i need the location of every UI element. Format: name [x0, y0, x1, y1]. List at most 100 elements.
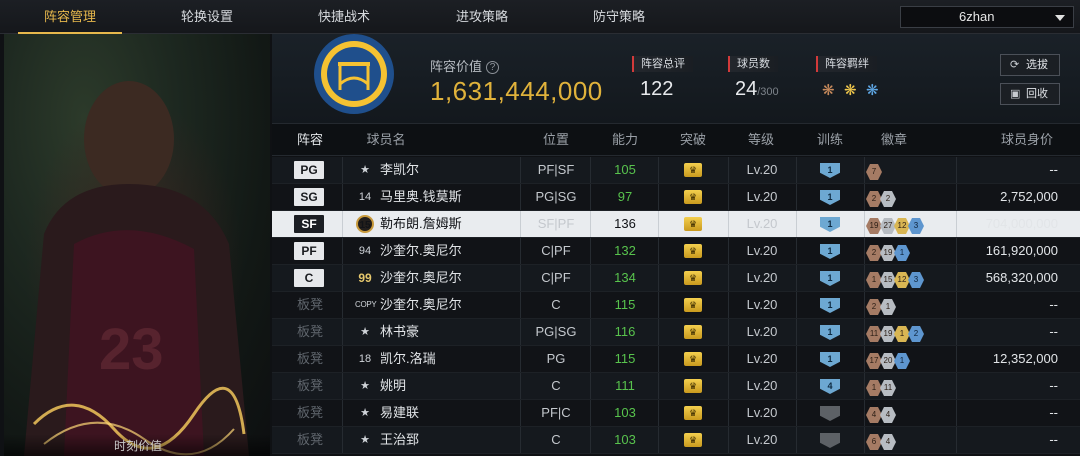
table-row[interactable]: 板凳 COPY 沙奎尔.奥尼尔 C 115 ♛ Lv.20 1 2 1 --	[272, 292, 1080, 319]
table-row[interactable]: 板凳 ★ 王治郅 C 103 ♛ Lv.20 6 4 --	[272, 427, 1080, 454]
badge-list: 21	[866, 297, 896, 315]
badge-icon[interactable]: 3	[908, 218, 924, 234]
table-row[interactable]: 板凳 18 凯尔.洛瑞 PG 115 ♛ Lv.20 1 17 20 1 12,352,000	[272, 346, 1080, 373]
badge-icon[interactable]: 27	[880, 218, 896, 234]
bench-slot-label: 板凳	[296, 297, 323, 312]
table-row[interactable]: PG ★ 李凯尔 PF|SF 105 ♛ Lv.20 1 7 --	[272, 157, 1080, 184]
col-slot[interactable]: 阵容	[288, 124, 332, 156]
help-icon[interactable]: ?	[486, 61, 500, 74]
crown-icon[interactable]: ♛	[684, 298, 702, 312]
badge-icon[interactable]: 3	[908, 272, 924, 288]
training-shield-icon[interactable]: 4	[820, 379, 840, 394]
crown-icon[interactable]: ♛	[684, 190, 702, 204]
training-shield-icon[interactable]	[820, 406, 840, 421]
badge-icon[interactable]: 2	[866, 245, 882, 261]
badge-icon[interactable]: 2	[866, 299, 882, 315]
badge-icon[interactable]: 17	[866, 353, 882, 369]
bond-icon[interactable]: ❋	[866, 81, 879, 99]
tab-rotation-settings[interactable]: 轮换设置	[155, 0, 259, 34]
crown-icon[interactable]: ♛	[684, 271, 702, 285]
training-shield-icon[interactable]: 1	[820, 163, 840, 178]
player-name[interactable]: 林书豪	[380, 319, 419, 345]
badge-icon[interactable]: 15	[880, 272, 896, 288]
crown-icon[interactable]: ♛	[684, 406, 702, 420]
crown-icon[interactable]: ♛	[684, 352, 702, 366]
badge-icon[interactable]: 11	[880, 380, 896, 396]
player-name[interactable]: 沙奎尔.奥尼尔	[380, 265, 462, 291]
player-name[interactable]: 马里奥.钱莫斯	[380, 184, 462, 210]
table-row[interactable]: SF 15 勒布朗.詹姆斯 SF|PF 136 ♛ Lv.20 1 19 27 12 3 704,000…	[272, 211, 1080, 238]
badge-icon[interactable]: 1	[866, 272, 882, 288]
badge-icon[interactable]: 19	[880, 326, 896, 342]
tab-lineup-management[interactable]: 阵容管理	[18, 0, 122, 34]
badge-icon[interactable]: 4	[880, 407, 896, 423]
badge-list: 17 20 1	[866, 351, 910, 369]
player-level: Lv.20	[746, 270, 778, 285]
table-row[interactable]: 板凳 ★ 易建联 PF|C 103 ♛ Lv.20 4 4 --	[272, 400, 1080, 427]
badge-icon[interactable]: 1	[880, 299, 896, 315]
training-shield-icon[interactable]: 1	[820, 298, 840, 313]
training-shield-icon[interactable]: 1	[820, 325, 840, 340]
training-shield-icon[interactable]: 1	[820, 217, 840, 232]
col-player-name[interactable]: 球员名	[356, 124, 416, 156]
col-level[interactable]: 等级	[736, 124, 786, 156]
badge-icon[interactable]: 7	[866, 164, 882, 180]
player-name[interactable]: 姚明	[380, 373, 406, 399]
badge-icon[interactable]: 4	[866, 407, 882, 423]
col-position[interactable]: 位置	[522, 124, 590, 156]
training-shield-icon[interactable]: 1	[820, 190, 840, 205]
table-row[interactable]: 板凳 ★ 林书豪 PG|SG 116 ♛ Lv.20 1 11 19 1 2 --	[272, 319, 1080, 346]
player-name[interactable]: 王治郅	[380, 427, 419, 453]
badge-icon[interactable]: 12	[894, 218, 910, 234]
table-row[interactable]: PF 94 沙奎尔.奥尼尔 C|PF 132 ♛ Lv.20 1 2 19 1 161,920,000	[272, 238, 1080, 265]
col-breakthrough[interactable]: 突破	[668, 124, 718, 156]
badge-icon[interactable]: 4	[880, 434, 896, 450]
bond-icon[interactable]: ❋	[844, 81, 857, 99]
recycle-button[interactable]: ▣ 回收	[1000, 83, 1060, 105]
col-training[interactable]: 训练	[805, 124, 855, 156]
bond-icon[interactable]: ❋	[822, 81, 835, 99]
team-select-dropdown[interactable]: 6zhan	[900, 6, 1074, 28]
badge-icon[interactable]: 20	[880, 353, 896, 369]
tab-quick-tactics[interactable]: 快捷战术	[292, 0, 396, 34]
tab-offense-strategy[interactable]: 进攻策略	[430, 0, 534, 34]
badge-icon[interactable]: 2	[866, 191, 882, 207]
crown-icon[interactable]: ♛	[684, 379, 702, 393]
player-level: Lv.20	[746, 189, 778, 204]
player-name[interactable]: 勒布朗.詹姆斯	[380, 211, 462, 237]
table-row[interactable]: SG 14 马里奥.钱莫斯 PG|SG 97 ♛ Lv.20 1 2 2 2,752,000	[272, 184, 1080, 211]
crown-icon[interactable]: ♛	[684, 163, 702, 177]
select-button[interactable]: ⟳ 选拔	[1000, 54, 1060, 76]
badge-icon[interactable]: 2	[908, 326, 924, 342]
badge-icon[interactable]: 1	[866, 380, 882, 396]
col-ability[interactable]: 能力	[600, 124, 650, 156]
badge-icon[interactable]: 19	[866, 218, 882, 234]
col-player-value[interactable]: 球员身价	[992, 124, 1062, 156]
badge-icon[interactable]: 2	[880, 191, 896, 207]
training-shield-icon[interactable]: 1	[820, 271, 840, 286]
badge-icon[interactable]: 11	[866, 326, 882, 342]
badge-icon[interactable]: 1	[894, 353, 910, 369]
training-shield-icon[interactable]: 1	[820, 244, 840, 259]
crown-icon[interactable]: ♛	[684, 244, 702, 258]
training-shield-icon[interactable]: 1	[820, 352, 840, 367]
tab-defense-strategy[interactable]: 防守策略	[567, 0, 671, 34]
player-position: PF|C	[541, 405, 571, 420]
badge-icon[interactable]: 1	[894, 245, 910, 261]
crown-icon[interactable]: ♛	[684, 433, 702, 447]
player-name[interactable]: 沙奎尔.奥尼尔	[380, 238, 462, 264]
crown-icon[interactable]: ♛	[684, 325, 702, 339]
table-row[interactable]: 板凳 ★ 姚明 C 111 ♛ Lv.20 4 1 11 --	[272, 373, 1080, 400]
badge-icon[interactable]: 12	[894, 272, 910, 288]
badge-icon[interactable]: 1	[894, 326, 910, 342]
player-name[interactable]: 凯尔.洛瑞	[380, 346, 436, 372]
training-shield-icon[interactable]	[820, 433, 840, 448]
col-badges[interactable]: 徽章	[864, 124, 924, 156]
player-name[interactable]: 沙奎尔.奥尼尔	[380, 292, 462, 318]
table-row[interactable]: C 99 沙奎尔.奥尼尔 C|PF 134 ♛ Lv.20 1 1 15 12 3 568,320,00…	[272, 265, 1080, 292]
badge-icon[interactable]: 6	[866, 434, 882, 450]
crown-icon[interactable]: ♛	[684, 217, 702, 231]
player-name[interactable]: 李凯尔	[380, 157, 419, 183]
badge-icon[interactable]: 19	[880, 245, 896, 261]
player-name[interactable]: 易建联	[380, 400, 419, 426]
